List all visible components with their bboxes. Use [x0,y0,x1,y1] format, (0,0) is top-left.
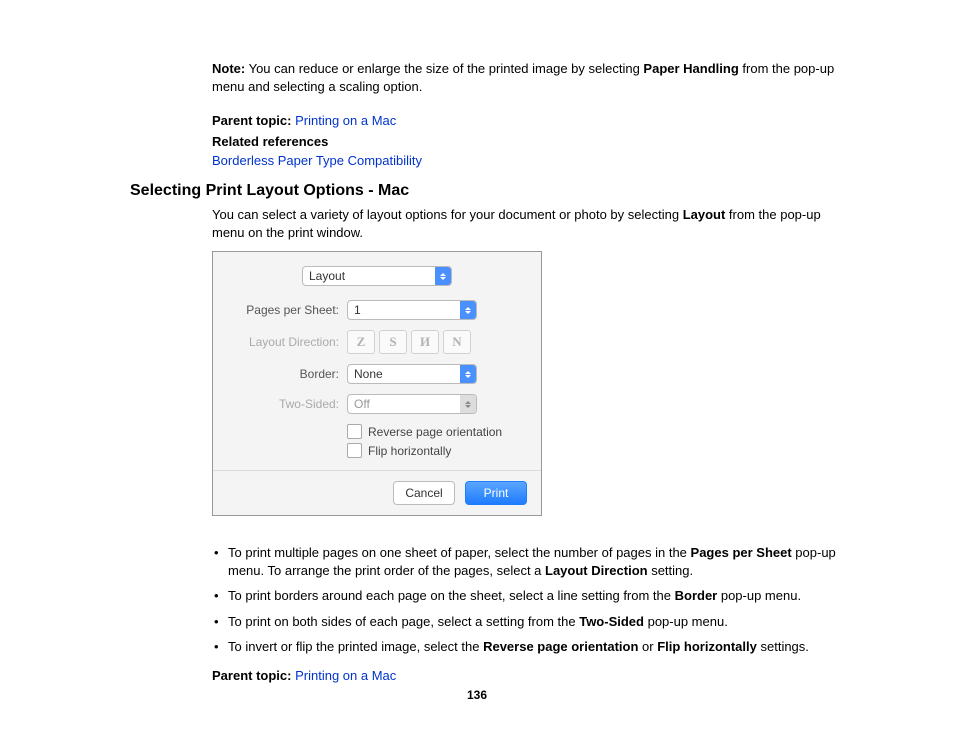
parent-topic-label-2: Parent topic: [212,668,291,683]
intro-before: You can select a variety of layout optio… [212,207,683,222]
parent-topic-label: Parent topic: [212,113,291,128]
border-label: Border: [231,367,347,381]
intro-bold: Layout [683,207,726,222]
updown-arrow-icon [460,301,476,319]
two-sided-value: Off [348,397,460,411]
pages-per-sheet-dropdown[interactable]: 1 [347,300,477,320]
two-sided-label: Two-Sided: [231,397,347,411]
print-button[interactable]: Print [465,481,527,505]
layout-menu-value: Layout [303,269,435,283]
updown-arrow-icon [460,395,476,413]
reverse-orientation-label: Reverse page orientation [368,425,502,439]
note-bold-term: Paper Handling [643,61,738,76]
bullet-4: To invert or flip the printed image, sel… [212,638,854,656]
parent-topic-link[interactable]: Printing on a Mac [295,113,396,128]
border-value: None [348,367,460,381]
dialog-footer: Cancel Print [213,470,541,515]
intro-paragraph: You can select a variety of layout optio… [212,206,854,241]
pages-per-sheet-row: Pages per Sheet: 1 [231,300,523,320]
document-page: Note: You can reduce or enlarge the size… [0,0,954,738]
related-references-link[interactable]: Borderless Paper Type Compatibility [212,153,854,168]
layout-direction-row: Layout Direction: Z S И N [231,330,523,354]
flip-horizontally-checkbox[interactable] [347,443,362,458]
reverse-orientation-checkbox[interactable] [347,424,362,439]
parent-topic-link-2[interactable]: Printing on a Mac [295,668,396,683]
parent-topic-row: Parent topic: Printing on a Mac [212,113,854,128]
layout-direction-option-1[interactable]: Z [347,330,375,354]
two-sided-dropdown[interactable]: Off [347,394,477,414]
layout-direction-buttons: Z S И N [347,330,471,354]
page-number: 136 [0,688,954,702]
layout-direction-option-3[interactable]: И [411,330,439,354]
flip-horizontally-label: Flip horizontally [368,444,451,458]
updown-arrow-icon [435,267,451,285]
border-dropdown[interactable]: None [347,364,477,384]
pages-per-sheet-value: 1 [348,303,460,317]
parent-topic-row-2: Parent topic: Printing on a Mac [212,668,854,683]
print-layout-dialog: Layout Pages per Sheet: 1 Layout Directi… [212,251,542,516]
bullet-1: To print multiple pages on one sheet of … [212,544,854,579]
two-sided-row: Two-Sided: Off [231,394,523,414]
layout-direction-option-4[interactable]: N [443,330,471,354]
layout-menu-dropdown[interactable]: Layout [302,266,452,286]
cancel-button[interactable]: Cancel [393,481,455,505]
bullet-2: To print borders around each page on the… [212,587,854,605]
layout-direction-option-2[interactable]: S [379,330,407,354]
related-references-label: Related references [212,134,854,149]
note-text-1: You can reduce or enlarge the size of th… [245,61,643,76]
section-heading: Selecting Print Layout Options - Mac [130,182,854,200]
layout-direction-label: Layout Direction: [231,335,347,349]
note-paragraph: Note: You can reduce or enlarge the size… [212,60,854,95]
border-row: Border: None [231,364,523,384]
instruction-list: To print multiple pages on one sheet of … [212,544,854,656]
reverse-orientation-checkbox-row: Reverse page orientation [347,424,523,439]
bullet-3: To print on both sides of each page, sel… [212,613,854,631]
dialog-body: Layout Pages per Sheet: 1 Layout Directi… [213,252,541,470]
pages-per-sheet-label: Pages per Sheet: [231,303,347,317]
updown-arrow-icon [460,365,476,383]
flip-horizontally-checkbox-row: Flip horizontally [347,443,523,458]
note-label: Note: [212,61,245,76]
